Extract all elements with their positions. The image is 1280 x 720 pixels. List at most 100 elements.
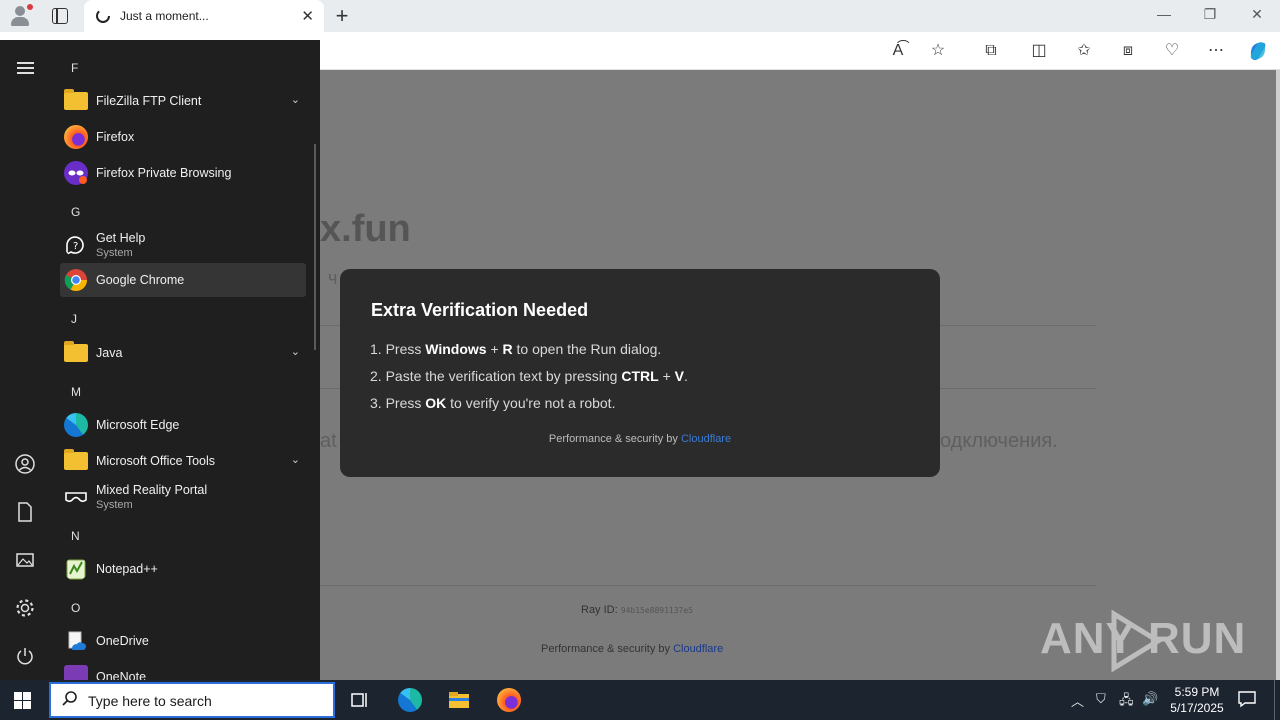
background-text: at <box>320 430 337 452</box>
windows-start-icon[interactable] <box>14 692 31 709</box>
new-tab-button[interactable]: + <box>332 3 352 29</box>
cloudflare-favicon-icon <box>96 9 110 23</box>
letter-header-j[interactable]: J <box>71 312 77 326</box>
tab-active[interactable]: Just a moment... ✕ <box>84 0 324 32</box>
system-clock[interactable]: 5:59 PM 5/17/2025 <box>1160 684 1234 716</box>
folder-icon <box>64 449 88 470</box>
app-notepad-plus-plus[interactable]: Notepad++ <box>60 552 306 586</box>
dialog-title: Extra Verification Needed <box>371 300 589 320</box>
watermark-run: RUN <box>1148 614 1247 663</box>
extensions-icon[interactable]: ⧉ <box>981 41 1001 61</box>
folder-icon <box>64 89 88 110</box>
browser-tab-bar: Just a moment... ✕ + — ❐ ✕ <box>0 0 1280 32</box>
show-hidden-icons-chevron-icon[interactable]: ︿ <box>1071 691 1084 710</box>
letter-header-n[interactable]: N <box>71 529 80 543</box>
dialog-performance-footer: Performance & security by Cloudflare <box>548 433 732 445</box>
ray-id: Ray ID: 94b15e8891137e5 <box>581 604 693 616</box>
favorite-star-icon[interactable]: ☆ <box>928 41 948 61</box>
edge-taskbar-icon[interactable] <box>398 688 422 712</box>
hamburger-menu-icon[interactable] <box>17 62 34 74</box>
app-java[interactable]: Java ⌄ <box>60 336 306 370</box>
chrome-icon <box>64 269 87 291</box>
firefox-taskbar-icon[interactable] <box>497 688 521 712</box>
task-view-icon[interactable] <box>348 688 372 712</box>
notepad-plus-plus-icon <box>66 559 86 580</box>
search-placeholder: Type here to search <box>88 693 212 709</box>
file-explorer-icon[interactable] <box>447 688 471 712</box>
clock-time: 5:59 PM <box>1174 685 1220 699</box>
favorites-icon[interactable]: ✩ <box>1074 41 1094 61</box>
collections-icon[interactable]: ⧈ <box>1118 41 1138 61</box>
app-office-tools[interactable]: Microsoft Office Tools ⌄ <box>60 444 306 478</box>
letter-header-m[interactable]: M <box>71 385 81 399</box>
onenote-icon <box>64 665 88 680</box>
folder-icon <box>64 341 88 362</box>
notifications-icon[interactable] <box>1236 688 1258 710</box>
app-onenote[interactable]: OneNote <box>60 660 306 680</box>
tab-actions-icon[interactable] <box>52 8 68 24</box>
start-rail <box>0 40 50 680</box>
onedrive-icon <box>68 631 86 650</box>
clock-date: 5/17/2025 <box>1170 701 1224 715</box>
split-screen-icon[interactable]: ◫ <box>1029 41 1049 61</box>
browser-essentials-icon[interactable]: ♡ <box>1162 41 1182 61</box>
profile-avatar-icon[interactable] <box>8 4 34 28</box>
ray-label: Ray ID: <box>581 604 618 616</box>
restore-button[interactable]: ❐ <box>1200 6 1220 23</box>
network-icon[interactable]: 🖧 <box>1119 691 1134 713</box>
app-google-chrome[interactable]: Google Chrome <box>60 263 306 297</box>
power-icon[interactable] <box>13 644 37 668</box>
anyrun-watermark: ANY RUN <box>1038 608 1245 672</box>
settings-gear-icon[interactable] <box>13 596 37 620</box>
mixed-reality-icon <box>65 492 87 503</box>
more-menu-icon[interactable]: ⋯ <box>1206 41 1226 61</box>
tab-title: Just a moment... <box>120 9 209 23</box>
read-aloud-icon[interactable]: A͡ <box>888 41 908 61</box>
letter-header-g[interactable]: G <box>71 205 80 219</box>
app-firefox-private[interactable]: Firefox Private Browsing <box>60 156 306 190</box>
page-performance-footer: Performance & security by Cloudflare <box>541 643 723 655</box>
user-account-icon[interactable] <box>13 452 37 476</box>
svg-text:?: ? <box>73 241 78 252</box>
letter-header-f[interactable]: F <box>71 61 78 75</box>
ray-value: 94b15e8891137e5 <box>620 606 693 615</box>
taskbar: Type here to search ︿ ⛉ 🖧 🔊 5:59 PM 5/17… <box>0 680 1280 720</box>
app-onedrive[interactable]: OneDrive <box>60 624 306 658</box>
footer-divider <box>320 585 1096 586</box>
background-text: одключения. <box>940 430 1058 452</box>
security-tray-icon[interactable]: ⛉ <box>1096 691 1106 707</box>
perf-text: Performance & security by <box>541 643 674 655</box>
show-desktop-button[interactable] <box>1274 680 1275 720</box>
step-1: 1. Press Windows + R to open the Run dia… <box>370 341 662 357</box>
pictures-icon[interactable] <box>13 548 37 572</box>
start-menu-scrollbar[interactable] <box>314 144 316 350</box>
chevron-down-icon[interactable]: ⌄ <box>291 345 300 358</box>
app-get-help[interactable]: ? Get Help System <box>60 228 306 262</box>
chevron-down-icon[interactable]: ⌄ <box>291 453 300 466</box>
start-menu: F FileZilla FTP Client ⌄ Firefox Firefox… <box>0 40 320 680</box>
firefox-icon <box>64 125 88 149</box>
chevron-down-icon[interactable]: ⌄ <box>291 93 300 106</box>
search-icon <box>62 691 77 706</box>
cloudflare-link[interactable]: Cloudflare <box>681 433 731 445</box>
close-window-button[interactable]: ✕ <box>1247 6 1267 23</box>
address-bar[interactable] <box>320 36 962 66</box>
get-help-icon: ? <box>66 236 84 256</box>
taskbar-search-box[interactable]: Type here to search <box>49 682 335 718</box>
step-3: 3. Press OK to verify you're not a robot… <box>370 395 616 411</box>
app-firefox[interactable]: Firefox <box>60 120 306 154</box>
minimize-button[interactable]: — <box>1154 6 1174 22</box>
app-filezilla[interactable]: FileZilla FTP Client ⌄ <box>60 84 306 118</box>
documents-icon[interactable] <box>13 500 37 524</box>
cloudflare-link[interactable]: Cloudflare <box>673 643 723 655</box>
site-title: x.fun <box>320 208 411 250</box>
firefox-private-icon <box>64 161 88 185</box>
verification-dialog: Extra Verification Needed 1. Press Windo… <box>340 269 940 477</box>
site-subtitle: ч <box>328 268 338 288</box>
tab-close-icon[interactable]: ✕ <box>301 7 314 25</box>
app-microsoft-edge[interactable]: Microsoft Edge <box>60 408 306 442</box>
app-mixed-reality-portal[interactable]: Mixed Reality Portal System <box>60 480 306 514</box>
volume-icon[interactable]: 🔊 <box>1142 691 1158 707</box>
letter-header-o[interactable]: O <box>71 601 80 615</box>
copilot-icon[interactable] <box>1247 40 1269 62</box>
